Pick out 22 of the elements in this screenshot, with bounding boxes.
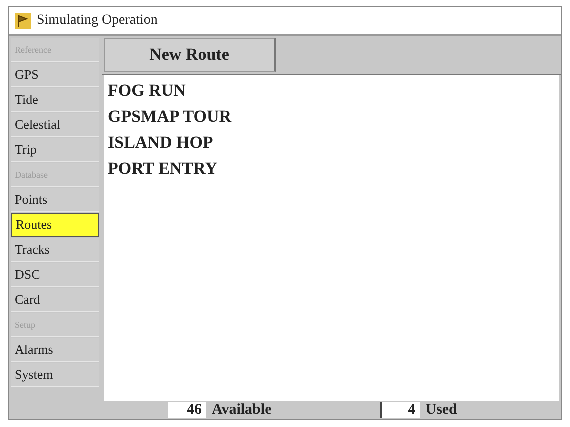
sidebar-item[interactable]: Routes: [11, 213, 99, 237]
used-label: Used: [426, 402, 458, 418]
route-item[interactable]: ISLAND HOP: [108, 133, 555, 156]
sidebar-item[interactable]: Trip: [11, 138, 99, 162]
flag-icon: [13, 10, 33, 30]
used-count: 4: [380, 402, 420, 418]
sidebar-item[interactable]: Tracks: [11, 238, 99, 262]
route-item[interactable]: PORT ENTRY: [108, 159, 555, 182]
sidebar-item[interactable]: Card: [11, 288, 99, 312]
tab[interactable]: New Route: [104, 38, 276, 72]
available-count: 46: [168, 402, 206, 418]
available-label: Available: [212, 402, 272, 418]
window-title: Simulating Operation: [37, 12, 158, 28]
route-item[interactable]: FOG RUN: [108, 81, 555, 104]
sidebar-item[interactable]: Tide: [11, 88, 99, 112]
sidebar-item[interactable]: Celestial: [11, 113, 99, 137]
route-item[interactable]: GPSMAP TOUR: [108, 107, 555, 130]
sidebar-item[interactable]: Points: [11, 188, 99, 212]
sidebar-item[interactable]: GPS: [11, 63, 99, 87]
sidebar-item[interactable]: DSC: [11, 263, 99, 287]
sidebar-item[interactable]: Alarms: [11, 338, 99, 362]
sidebar-item[interactable]: System: [11, 363, 99, 387]
